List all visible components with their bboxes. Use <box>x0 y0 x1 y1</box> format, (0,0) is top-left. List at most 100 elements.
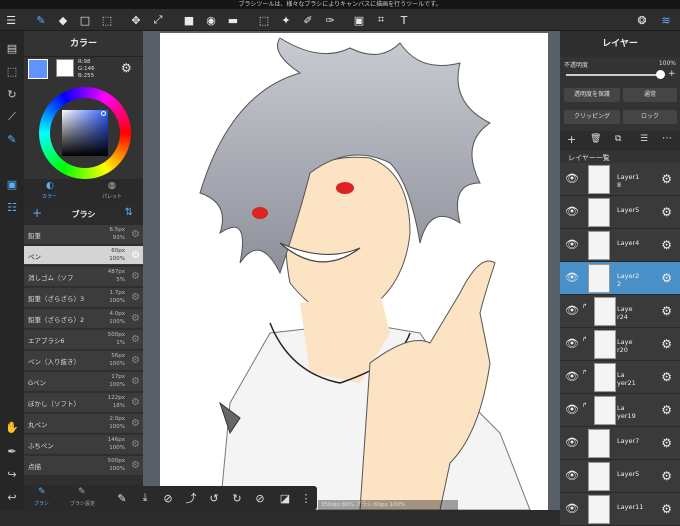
duplicate-layer-icon[interactable]: ⧉ <box>615 134 621 144</box>
brush-item[interactable]: ペン 60px 100% ⚙ <box>24 246 143 265</box>
delete-layer-icon[interactable]: 🗑 <box>590 134 601 144</box>
brush-tool-icon[interactable]: ✎ <box>33 12 49 28</box>
layer-settings-gear-icon[interactable]: ⚙ <box>661 469 672 483</box>
brush-gear-icon[interactable]: ⚙ <box>131 418 140 429</box>
snap-icon[interactable]: ✎ <box>114 490 130 506</box>
palette-tab-label[interactable]: パレット <box>102 193 122 200</box>
export-icon[interactable]: ⤴ <box>183 490 199 506</box>
layer-more-icon[interactable]: ⋯ <box>662 133 672 144</box>
layer-row[interactable]: 👁 Layer5 ⚙ <box>560 460 680 493</box>
layer-list-icon[interactable]: ☰ <box>640 134 648 144</box>
materials-icon[interactable]: ❂ <box>634 12 650 28</box>
move-tool-icon[interactable]: ✥ <box>128 12 144 28</box>
no-symmetry-icon[interactable]: ⊘ <box>160 490 176 506</box>
layer-row[interactable]: 👁 ↱ La yer19 ⚙ <box>560 394 680 427</box>
hand-select-icon[interactable]: ⌗ <box>373 12 389 28</box>
brush-window-icon[interactable]: ☷ <box>4 199 20 215</box>
visibility-eye-icon[interactable]: 👁 <box>564 337 580 351</box>
brush-gear-icon[interactable]: ⚙ <box>131 355 140 366</box>
color-picker-cursor[interactable] <box>101 111 106 116</box>
text-tool-icon[interactable]: T <box>396 12 412 28</box>
visibility-eye-icon[interactable]: 👁 <box>564 370 580 384</box>
drawing-canvas[interactable] <box>160 33 548 510</box>
color-tab-icon[interactable]: ◐ <box>46 181 54 191</box>
ruler-icon[interactable]: ⟋ <box>4 109 20 125</box>
layer-settings-gear-icon[interactable]: ⚙ <box>661 370 672 384</box>
layer-settings-gear-icon[interactable]: ⚙ <box>661 436 672 450</box>
visibility-eye-icon[interactable]: 👁 <box>564 469 580 483</box>
layer-settings-gear-icon[interactable]: ⚙ <box>661 205 672 219</box>
rotate-icon[interactable]: ↻ <box>4 86 20 102</box>
flip-icon[interactable]: ⊘ <box>252 490 268 506</box>
brush-item[interactable]: 鉛筆（ざらざら）3 1.7px 100% ⚙ <box>24 288 143 307</box>
snap-pen-icon[interactable]: ✎ <box>4 131 20 147</box>
brush-gear-icon[interactable]: ⚙ <box>131 439 140 450</box>
brush-item[interactable]: Gペン 17px 100% ⚙ <box>24 372 143 391</box>
layer-settings-gear-icon[interactable]: ⚙ <box>661 172 672 186</box>
add-layer-icon[interactable]: + <box>567 133 576 146</box>
layer-row[interactable]: 👁 Layer2 2 ⚙ <box>560 262 680 295</box>
menu-icon[interactable]: ☰ <box>3 12 19 28</box>
layer-row[interactable]: 👁 ↱ La yer21 ⚙ <box>560 361 680 394</box>
hand-icon[interactable]: ✋ <box>4 419 20 435</box>
hue-ring[interactable] <box>39 87 131 179</box>
brush-item[interactable]: 消しゴム（ソフ 487px 5% ⚙ <box>24 267 143 286</box>
opacity-slider[interactable] <box>566 74 662 76</box>
visibility-eye-icon[interactable]: 👁 <box>564 436 580 450</box>
import-icon[interactable]: ⤓ <box>137 490 153 506</box>
eyedropper-icon[interactable]: ✒ <box>4 443 20 459</box>
brush-gear-icon[interactable]: ⚙ <box>131 376 140 387</box>
opacity-slider-knob[interactable] <box>656 70 665 79</box>
color-window-icon[interactable]: ▣ <box>4 176 20 192</box>
pages-icon[interactable]: ▤ <box>4 40 20 56</box>
lock-button[interactable]: ロック <box>623 110 677 124</box>
palette-tab-icon[interactable]: ◍ <box>108 181 116 191</box>
sort-brush-icon[interactable]: ⇅ <box>125 207 133 218</box>
brush-gear-icon[interactable]: ⚙ <box>131 250 140 261</box>
layer-row[interactable]: 👁 ↱ Laye r24 ⚙ <box>560 295 680 328</box>
brush-gear-icon[interactable]: ⚙ <box>131 460 140 471</box>
brush-gear-icon[interactable]: ⚙ <box>131 229 140 240</box>
rotate-left-icon[interactable]: ↺ <box>206 490 222 506</box>
visibility-eye-icon[interactable]: 👁 <box>564 238 580 252</box>
bucket-tool-icon[interactable]: ◉ <box>203 12 219 28</box>
visibility-eye-icon[interactable]: 👁 <box>564 205 580 219</box>
redo-icon[interactable]: ↪ <box>4 466 20 482</box>
visibility-eye-icon[interactable]: 👁 <box>564 271 580 285</box>
brush-gear-icon[interactable]: ⚙ <box>131 334 140 345</box>
brush-tab-label[interactable]: ブラシ <box>34 500 49 507</box>
visibility-eye-icon[interactable]: 👁 <box>564 502 580 516</box>
layer-row[interactable]: 👁 Layer5 ⚙ <box>560 196 680 229</box>
brush-item[interactable]: ぼかし（ソフト） 122px 18% ⚙ <box>24 393 143 412</box>
layer-settings-gear-icon[interactable]: ⚙ <box>661 238 672 252</box>
layers-icon[interactable]: ≋ <box>658 12 674 28</box>
more-icon[interactable]: ⋮ <box>298 490 314 506</box>
layer-settings-gear-icon[interactable]: ⚙ <box>661 271 672 285</box>
brush-gear-icon[interactable]: ⚙ <box>131 292 140 303</box>
brush-gear-icon[interactable]: ⚙ <box>131 271 140 282</box>
visibility-eye-icon[interactable]: 👁 <box>564 304 580 318</box>
blend-mode-select[interactable]: 通常 <box>623 88 677 102</box>
undo-icon[interactable]: ↩ <box>4 489 20 505</box>
select-tool-icon[interactable]: ⬚ <box>256 12 272 28</box>
opacity-plus-icon[interactable]: + <box>668 69 676 79</box>
rect-tool-icon[interactable]: □ <box>77 12 93 28</box>
rotate-right-icon[interactable]: ↻ <box>229 490 245 506</box>
visibility-eye-icon[interactable]: 👁 <box>564 403 580 417</box>
brush-item[interactable]: ペン（入り抜き） 56px 100% ⚙ <box>24 351 143 370</box>
brush-item[interactable]: 鉛筆（ざらざら）2 4.0px 100% ⚙ <box>24 309 143 328</box>
transform-tool-icon[interactable]: ⤢ <box>150 12 166 28</box>
brush-gear-icon[interactable]: ⚙ <box>131 313 140 324</box>
marquee-tool-icon[interactable]: ⬚ <box>99 12 115 28</box>
brush-gear-icon[interactable]: ⚙ <box>131 397 140 408</box>
protect-alpha-button[interactable]: 透明度を保護 <box>564 88 620 102</box>
layer-settings-gear-icon[interactable]: ⚙ <box>661 502 672 516</box>
magic-wand-icon[interactable]: ✦ <box>278 12 294 28</box>
edit-icon[interactable]: ◪ <box>277 490 293 506</box>
layer-settings-gear-icon[interactable]: ⚙ <box>661 403 672 417</box>
layer-row[interactable]: 👁 ↱ Laye r20 ⚙ <box>560 328 680 361</box>
brush-settings-tab-icon[interactable]: ✎ <box>78 487 86 497</box>
selection-icon[interactable]: ⬚ <box>4 63 20 79</box>
saturation-value-square[interactable] <box>62 110 108 156</box>
layer-row[interactable]: 👁 Layer7 ⚙ <box>560 427 680 460</box>
